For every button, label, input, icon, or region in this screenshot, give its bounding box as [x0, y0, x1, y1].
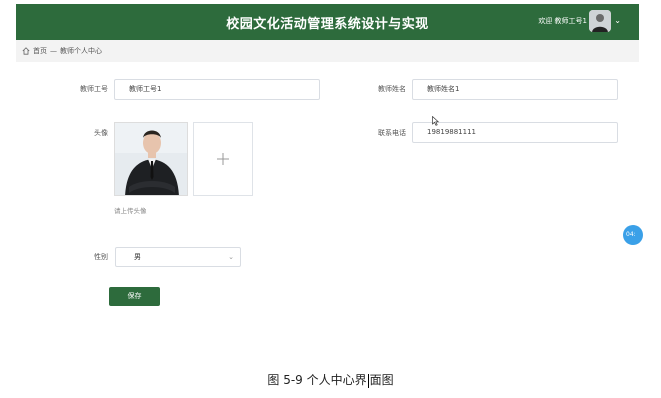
welcome-user[interactable]: 欢迎 教师工号1 [538, 16, 587, 26]
teacher-name-input[interactable]: 教师姓名1 [412, 79, 618, 100]
save-button[interactable]: 保存 [109, 287, 160, 306]
profile-form-card [16, 62, 639, 364]
avatar-image [589, 10, 611, 32]
app-window: 校园文化活动管理系统设计与实现 欢迎 教师工号1 ⌄ 首页 — 教师个人中心 教… [16, 4, 639, 364]
chevron-down-icon[interactable]: ⌄ [614, 16, 621, 25]
plus-icon [217, 153, 229, 165]
breadcrumb-current: 教师个人中心 [60, 47, 102, 55]
chevron-down-icon: ⌄ [228, 253, 234, 261]
gender-label: 性别 [94, 253, 108, 261]
gender-select[interactable]: 男 ⌄ [115, 247, 241, 267]
caption-text-after: 面图 [369, 373, 394, 387]
phone-input[interactable]: 19819881111 [412, 122, 618, 143]
teacher-photo [115, 123, 187, 195]
text-cursor [367, 373, 369, 388]
figure-caption: 图 5-9 个人中心界 面图 [0, 371, 661, 388]
breadcrumb: 首页 — 教师个人中心 [22, 44, 102, 58]
phone-label: 联系电话 [378, 129, 406, 137]
gender-select-value: 男 [134, 253, 141, 261]
upload-hint: 请上传头像 [114, 207, 147, 215]
floating-chat-bubble[interactable]: 04: [623, 225, 643, 245]
breadcrumb-separator: — [50, 47, 57, 55]
mouse-cursor [432, 116, 439, 126]
top-header: 校园文化活动管理系统设计与实现 欢迎 教师工号1 ⌄ [16, 4, 639, 40]
teacher-no-input[interactable]: 教师工号1 [114, 79, 320, 100]
teacher-name-label: 教师姓名 [378, 85, 406, 93]
breadcrumb-home[interactable]: 首页 [33, 46, 47, 56]
teacher-no-label: 教师工号 [80, 85, 108, 93]
home-icon[interactable] [22, 47, 30, 55]
avatar-label: 头像 [94, 129, 108, 137]
user-avatar[interactable] [589, 10, 611, 32]
avatar-upload-button[interactable] [193, 122, 253, 196]
avatar-preview[interactable] [114, 122, 188, 196]
caption-text-before: 图 5-9 个人中心界 [267, 373, 367, 387]
